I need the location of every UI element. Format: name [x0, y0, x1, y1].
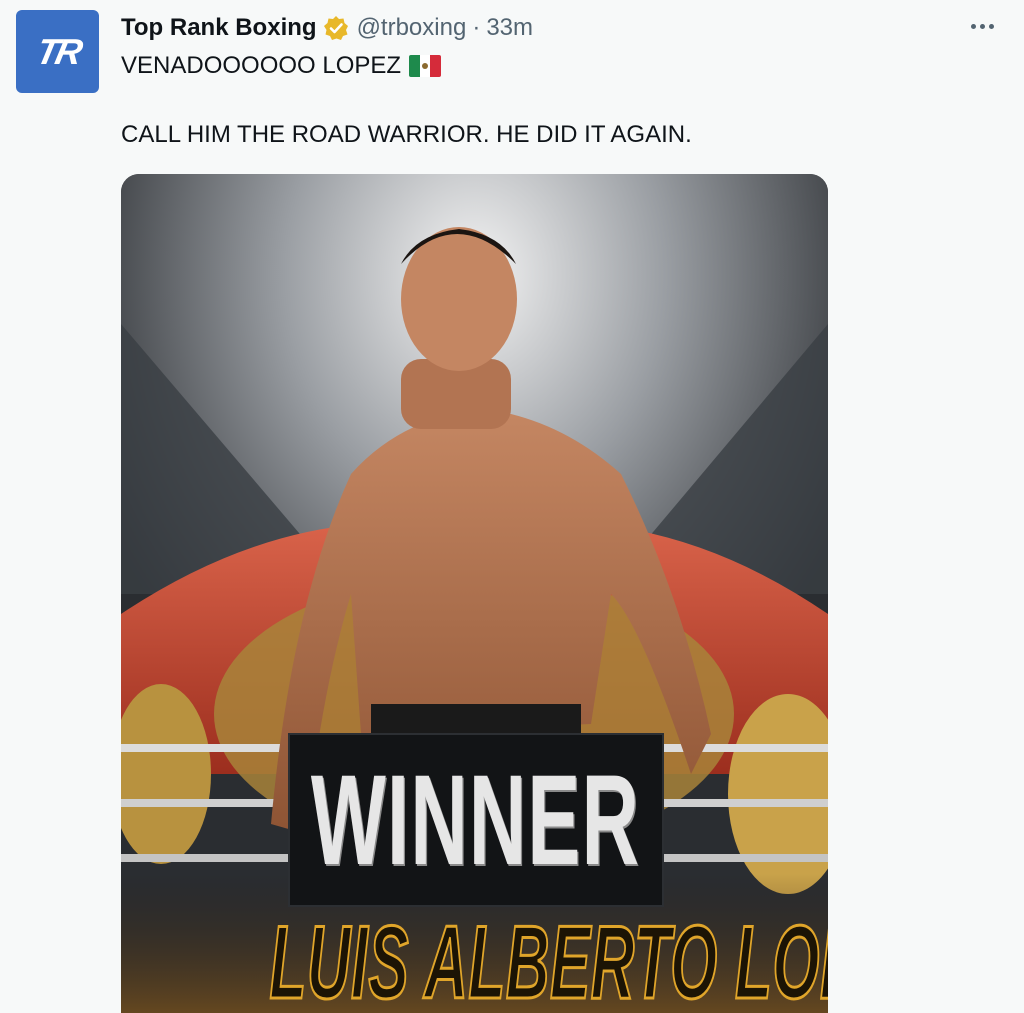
verified-badge-icon[interactable] [323, 15, 349, 41]
fighter-name: LUIS ALBERTO LOPEZ [269, 904, 828, 1013]
tweet-header: Top Rank Boxing @trboxing · 33m [121, 12, 533, 44]
tweet-text-body: CALL HIM THE ROAD WARRIOR. HE DID IT AGA… [121, 121, 692, 148]
winner-headline: WINNER [311, 748, 641, 892]
display-name[interactable]: Top Rank Boxing [121, 14, 317, 42]
more-options-icon[interactable] [964, 12, 1000, 40]
avatar-logo: TR [32, 30, 83, 72]
tweet-text-line-1: VENADOOOOOO LOPEZ [121, 52, 442, 80]
avatar[interactable]: TR [16, 10, 99, 93]
mexico-flag-icon [409, 55, 442, 77]
tweet-text-headline: VENADOOOOOO LOPEZ [121, 52, 402, 79]
tweet-text-line-2: CALL HIM THE ROAD WARRIOR. HE DID IT AGA… [121, 121, 692, 149]
winner-banner: WINNER [288, 733, 664, 907]
tweet-media-image[interactable]: WINNER LUIS ALBERTO LOPEZ [121, 174, 828, 1013]
timestamp[interactable]: 33m [486, 14, 533, 42]
handle[interactable]: @trboxing [357, 14, 467, 42]
separator-dot: · [472, 14, 481, 41]
